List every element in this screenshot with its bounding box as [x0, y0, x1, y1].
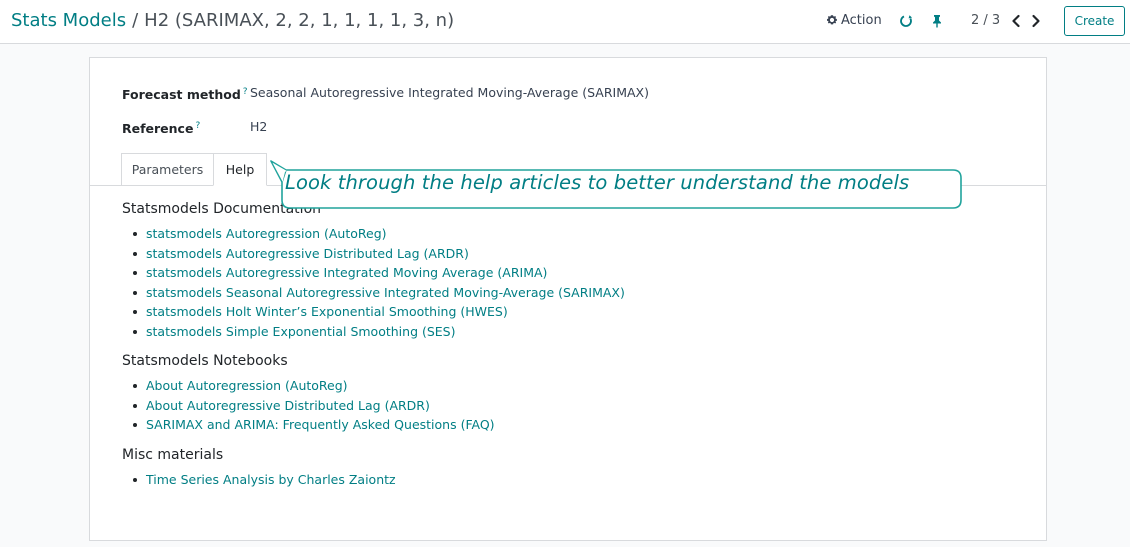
list-item: statsmodels Seasonal Autoregressive Inte…: [122, 283, 625, 303]
list-item: statsmodels Holt Winter’s Exponential Sm…: [122, 302, 625, 322]
breadcrumb: Stats Models / H2 (SARIMAX, 2, 2, 1, 1, 1,…: [11, 9, 454, 33]
control-panel: Stats Models / H2 (SARIMAX, 2, 2, 1, 1, 1,…: [0, 0, 1130, 44]
pin-button[interactable]: [928, 12, 946, 30]
pager-previous-button[interactable]: [1008, 12, 1024, 30]
field-forecast-method: Forecast method? Seasonal Autoregressive…: [122, 83, 649, 103]
action-label: Action: [841, 13, 882, 28]
sync-button[interactable]: [897, 12, 915, 30]
help-link[interactable]: statsmodels Autoregressive Integrated Mo…: [146, 265, 547, 280]
help-tooltip-marker[interactable]: ?: [243, 87, 248, 97]
gear-icon: [827, 15, 837, 25]
breadcrumb-parent-link[interactable]: Stats Models: [11, 10, 126, 31]
list-item: Time Series Analysis by Charles Zaiontz: [122, 470, 396, 490]
field-label: Reference?: [122, 121, 201, 137]
help-link[interactable]: statsmodels Simple Exponential Smoothing…: [146, 324, 456, 339]
help-link[interactable]: SARIMAX and ARIMA: Frequently Asked Ques…: [146, 417, 495, 432]
help-link[interactable]: About Autoregressive Distributed Lag (AR…: [146, 398, 430, 413]
list-item: statsmodels Autoregressive Distributed L…: [122, 244, 625, 264]
list-item: SARIMAX and ARIMA: Frequently Asked Ques…: [122, 415, 495, 435]
pager-value[interactable]: 2 / 3: [971, 13, 1000, 29]
misc-links: Time Series Analysis by Charles Zaiontz: [122, 470, 396, 490]
list-item: statsmodels Autoregressive Integrated Mo…: [122, 263, 625, 283]
create-button[interactable]: Create: [1064, 6, 1125, 36]
list-item: statsmodels Autoregression (AutoReg): [122, 224, 625, 244]
section-title-misc: Misc materials: [122, 447, 224, 463]
help-link[interactable]: Time Series Analysis by Charles Zaiontz: [146, 472, 396, 487]
tab-help[interactable]: Help: [213, 153, 267, 186]
field-label: Forecast method?: [122, 87, 248, 103]
field-reference: Reference? H2: [122, 117, 267, 137]
help-tooltip-marker[interactable]: ?: [195, 121, 200, 131]
tab-parameters[interactable]: Parameters: [121, 153, 214, 186]
action-menu-button[interactable]: Action: [826, 13, 882, 29]
help-link[interactable]: statsmodels Autoregression (AutoReg): [146, 226, 387, 241]
breadcrumb-separator: /: [132, 10, 139, 31]
chevron-left-icon: [1012, 14, 1020, 28]
refresh-icon: [900, 15, 912, 27]
help-link[interactable]: statsmodels Seasonal Autoregressive Inte…: [146, 285, 625, 300]
list-item: statsmodels Simple Exponential Smoothing…: [122, 322, 625, 342]
list-item: About Autoregressive Distributed Lag (AR…: [122, 396, 495, 416]
pager-next-button[interactable]: [1028, 12, 1044, 30]
section-title-notebooks: Statsmodels Notebooks: [122, 353, 288, 369]
forecast-method-value: Seasonal Autoregressive Integrated Movin…: [250, 85, 649, 100]
page-title: H2 (SARIMAX, 2, 2, 1, 1, 1, 1, 3, n): [144, 10, 455, 31]
pin-icon: [933, 15, 941, 28]
documentation-links: statsmodels Autoregression (AutoReg) sta…: [122, 224, 625, 342]
form-sheet: Forecast method? Seasonal Autoregressive…: [89, 57, 1047, 541]
help-link[interactable]: About Autoregression (AutoReg): [146, 378, 348, 393]
chevron-right-icon: [1032, 14, 1040, 28]
reference-value: H2: [250, 119, 268, 134]
notebook-links: About Autoregression (AutoReg) About Aut…: [122, 376, 495, 435]
help-link[interactable]: statsmodels Autoregressive Distributed L…: [146, 246, 469, 261]
list-item: About Autoregression (AutoReg): [122, 376, 495, 396]
help-link[interactable]: statsmodels Holt Winter’s Exponential Sm…: [146, 304, 508, 319]
section-title-documentation: Statsmodels Documentation: [122, 201, 322, 217]
